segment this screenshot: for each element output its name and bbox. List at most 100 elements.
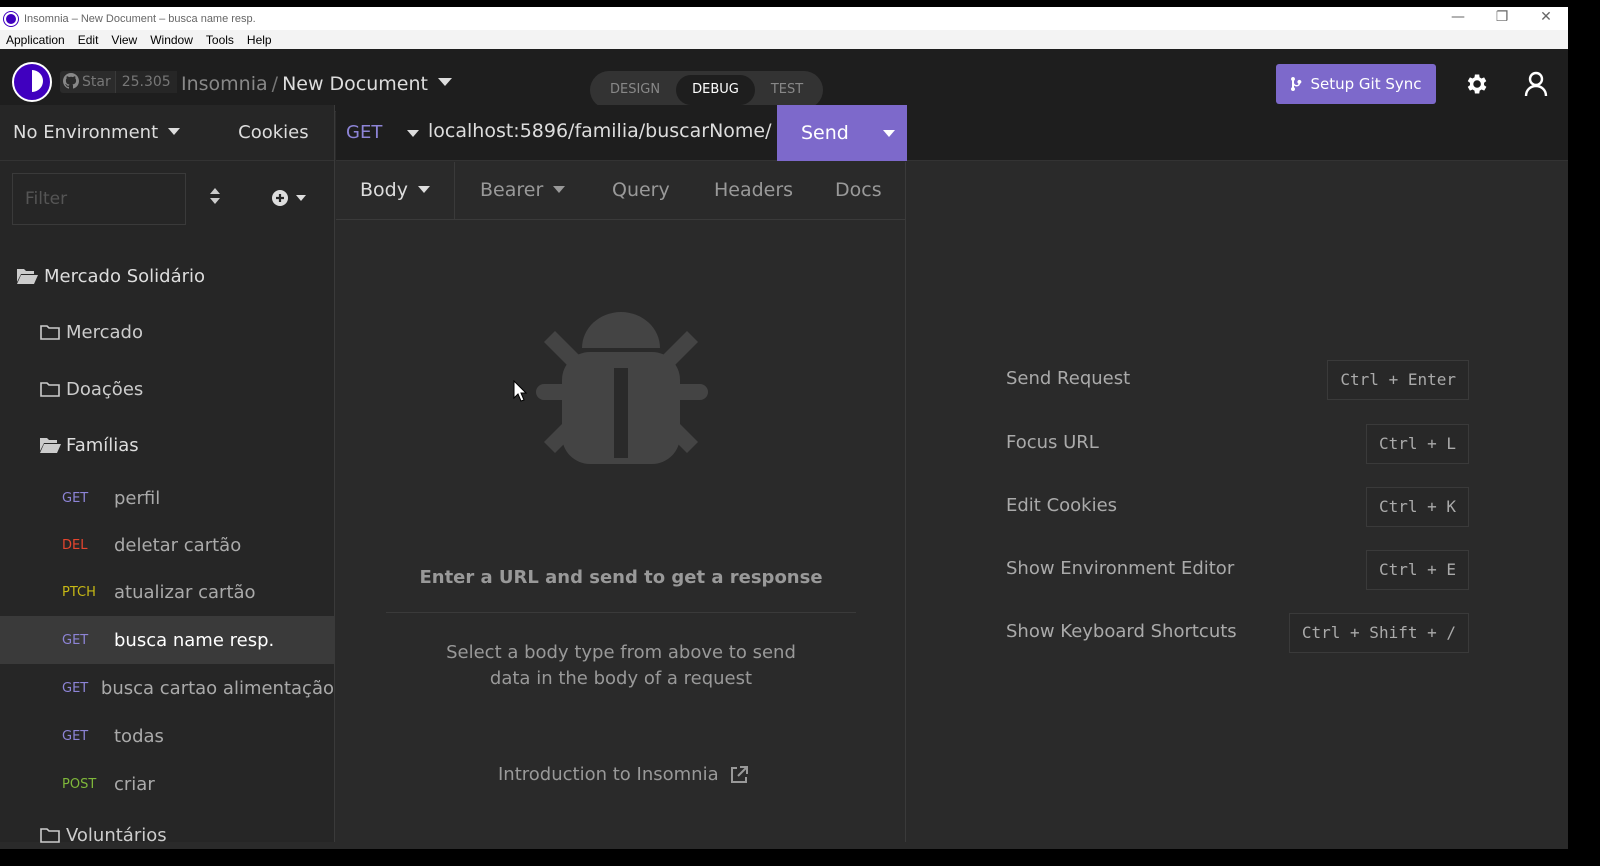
request-tabs: Body Bearer Query Headers Docs — [336, 162, 905, 220]
folder-doacoes[interactable]: Doações — [0, 365, 334, 413]
gear-icon — [1467, 74, 1487, 94]
tab-query[interactable]: Query — [612, 179, 670, 201]
settings-button[interactable] — [1456, 64, 1496, 104]
breadcrumb-separator: / — [271, 73, 279, 95]
git-sync-label: Setup Git Sync — [1310, 75, 1422, 93]
intro-link-label: Introduction to Insomnia — [498, 764, 719, 785]
environment-label: No Environment — [13, 122, 159, 143]
tab-docs[interactable]: Docs — [835, 179, 882, 201]
sort-button[interactable] — [208, 187, 228, 209]
window-controls: — ❐ ✕ — [1436, 7, 1568, 30]
git-branch-icon — [1291, 77, 1302, 92]
request-item[interactable]: PTCH atualizar cartão — [0, 568, 334, 616]
method-badge: GET — [62, 728, 89, 744]
sort-icon — [210, 188, 220, 204]
mouse-cursor-icon — [513, 380, 527, 402]
chevron-down-icon[interactable] — [407, 130, 419, 137]
request-item[interactable]: GET busca cartao alimentação — [0, 664, 334, 712]
environment-row: No Environment Cookies — [0, 105, 334, 161]
shortcut-label: Focus URL — [1006, 432, 1099, 453]
tab-test[interactable]: TEST — [755, 75, 819, 105]
method-badge: GET — [62, 680, 89, 696]
request-item[interactable]: GET todas — [0, 712, 334, 760]
shortcut-keys: Ctrl + E — [1365, 550, 1469, 590]
add-item-button[interactable] — [272, 187, 312, 209]
chevron-down-icon[interactable] — [437, 78, 452, 86]
request-name: todas — [114, 725, 164, 747]
sidebar: No Environment Cookies Mercado Solidário… — [0, 105, 335, 846]
request-name: deletar cartão — [114, 534, 242, 556]
send-button[interactable]: Send — [777, 105, 907, 161]
github-star-label: Star — [82, 74, 111, 90]
folder-label: Famílias — [66, 434, 139, 456]
app-header: Star 25.305 Insomnia / New Document DESIGN… — [0, 49, 1568, 112]
window-title: Insomnia – New Document – busca name res… — [24, 12, 256, 25]
close-button[interactable]: ✕ — [1524, 7, 1568, 30]
folder-voluntarios[interactable]: Voluntários — [0, 811, 334, 849]
menu-edit[interactable]: Edit — [78, 33, 99, 47]
bug-icon — [536, 312, 708, 464]
mode-switcher: DESIGN DEBUG TEST — [590, 71, 824, 109]
minimize-button[interactable]: — — [1436, 7, 1480, 30]
shortcut-row: Send Request Ctrl + Enter — [1006, 360, 1469, 400]
shortcut-label: Edit Cookies — [1006, 495, 1118, 516]
environment-selector[interactable]: No Environment — [13, 122, 181, 143]
divider — [386, 612, 856, 613]
request-pane: Body Bearer Query Headers Docs Enter a U… — [336, 162, 906, 842]
request-name: busca cartao alimentação — [100, 677, 334, 699]
shortcut-keys: Ctrl + K — [1365, 487, 1469, 527]
setup-git-sync-button[interactable]: Setup Git Sync — [1276, 64, 1436, 104]
tab-headers[interactable]: Headers — [714, 179, 793, 201]
request-item[interactable]: GET perfil — [0, 474, 334, 522]
empty-state-subtitle: Select a body type from above to send da… — [446, 642, 796, 689]
method-badge: PTCH — [62, 584, 96, 600]
breadcrumb-root[interactable]: Insomnia — [181, 73, 268, 95]
empty-state-title: Enter a URL and send to get a response — [419, 567, 823, 588]
request-name: busca name resp. — [114, 629, 275, 651]
chevron-down-icon — [168, 128, 181, 135]
shortcut-row: Focus URL Ctrl + L — [1006, 424, 1469, 464]
menu-help[interactable]: Help — [247, 33, 272, 47]
menu-tools[interactable]: Tools — [206, 33, 234, 47]
menu-window[interactable]: Window — [150, 33, 193, 47]
shortcut-row: Show Environment Editor Ctrl + E — [1006, 550, 1469, 590]
send-options-dropdown[interactable] — [883, 130, 895, 137]
document-name[interactable]: New Document — [282, 73, 428, 95]
insomnia-app-icon — [4, 11, 18, 26]
cookies-button[interactable]: Cookies — [238, 122, 308, 143]
github-icon — [62, 73, 80, 91]
request-name: atualizar cartão — [114, 581, 256, 603]
folder-familias[interactable]: Famílias — [0, 421, 334, 469]
user-icon — [1524, 71, 1548, 97]
filter-row — [0, 161, 334, 234]
filter-input[interactable] — [12, 173, 186, 225]
url-input[interactable]: localhost:5896/familia/buscarNome/ — [428, 120, 772, 142]
menu-view[interactable]: View — [111, 33, 137, 47]
intro-link[interactable]: Introduction to Insomnia — [498, 764, 749, 785]
method-badge: GET — [62, 632, 89, 648]
insomnia-window: Insomnia – New Document – busca name res… — [0, 7, 1568, 849]
tab-debug[interactable]: DEBUG — [676, 75, 755, 105]
method-selector[interactable]: GET — [346, 122, 382, 143]
request-item-active[interactable]: GET busca name resp. — [0, 616, 334, 664]
shortcut-keys: Ctrl + L — [1365, 424, 1469, 464]
send-label: Send — [801, 122, 849, 144]
account-button[interactable] — [1516, 64, 1556, 104]
folder-mercado[interactable]: Mercado — [0, 308, 334, 356]
tab-auth[interactable]: Bearer — [480, 179, 566, 201]
github-star-badge[interactable]: Star 25.305 — [60, 71, 177, 93]
shortcut-keys: Ctrl + Enter — [1327, 360, 1469, 400]
tab-design[interactable]: DESIGN — [594, 75, 676, 105]
restore-button[interactable]: ❐ — [1480, 7, 1524, 30]
github-star-count: 25.305 — [114, 71, 177, 93]
tab-auth-label: Bearer — [480, 179, 544, 201]
menu-application[interactable]: Application — [6, 33, 65, 47]
shortcut-row: Edit Cookies Ctrl + K — [1006, 487, 1469, 527]
request-item[interactable]: DEL deletar cartão — [0, 521, 334, 569]
request-item[interactable]: POST criar — [0, 760, 334, 808]
method-badge: POST — [62, 776, 97, 792]
plus-circle-icon — [272, 190, 288, 206]
insomnia-logo[interactable] — [12, 62, 52, 102]
workspace-folder[interactable]: Mercado Solidário — [0, 252, 334, 300]
tab-body[interactable]: Body — [360, 179, 430, 201]
